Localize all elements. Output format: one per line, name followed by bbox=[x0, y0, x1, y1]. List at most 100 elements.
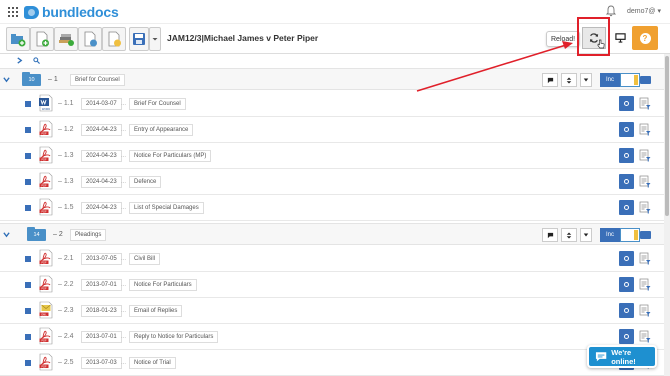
save-icon bbox=[133, 33, 145, 45]
document-options-icon[interactable] bbox=[639, 278, 651, 291]
document-row[interactable]: PDF – 2.2 2013-07-01... Notice For Particul… bbox=[0, 272, 664, 298]
document-date[interactable]: 2013-07-01 bbox=[81, 331, 122, 343]
new-bundle-button[interactable] bbox=[6, 27, 30, 51]
document-date[interactable]: 2018-01-23 bbox=[81, 305, 122, 317]
section-menu-button[interactable] bbox=[580, 228, 592, 242]
section-title[interactable]: Pleadings bbox=[70, 229, 107, 241]
open-folder-icon[interactable] bbox=[640, 231, 651, 239]
document-row[interactable]: PDF – 1.5 2024-04-23... List of Special Dam… bbox=[0, 195, 664, 221]
document-options-icon[interactable] bbox=[639, 252, 651, 265]
include-button[interactable]: Inc bbox=[600, 228, 620, 242]
open-document-button[interactable] bbox=[619, 148, 634, 163]
book-icon[interactable] bbox=[25, 308, 31, 314]
document-date[interactable]: 2024-04-23 bbox=[81, 202, 122, 214]
open-document-button[interactable] bbox=[619, 329, 634, 344]
document-date[interactable]: 2013-07-01 bbox=[81, 279, 122, 291]
open-document-button[interactable] bbox=[619, 277, 634, 292]
user-menu[interactable]: demo7@ ▾ bbox=[627, 7, 661, 15]
document-options-icon[interactable] bbox=[639, 330, 651, 343]
document-row[interactable]: PDF – 2.4 2013-07-01... Reply to Notice for… bbox=[0, 324, 664, 350]
document-title[interactable]: Reply to Notice for Particulars bbox=[129, 331, 219, 343]
ellipsis: ... bbox=[121, 205, 127, 211]
open-document-button[interactable] bbox=[619, 96, 634, 111]
pdf-document-icon: PDF bbox=[39, 327, 53, 345]
presentation-button[interactable] bbox=[612, 28, 628, 46]
open-document-button[interactable] bbox=[619, 303, 634, 318]
open-document-button[interactable] bbox=[619, 122, 634, 137]
scrollbar[interactable] bbox=[664, 54, 670, 376]
book-icon[interactable] bbox=[25, 205, 31, 211]
bell-icon[interactable] bbox=[606, 5, 616, 17]
section-menu-button[interactable] bbox=[580, 73, 592, 87]
section-brief-for-counsel[interactable]: 10 – 1 Brief for Counsel Inc bbox=[0, 68, 664, 90]
apps-grid-icon[interactable] bbox=[8, 7, 18, 17]
document-date[interactable]: 2024-04-23 bbox=[81, 124, 122, 136]
section-title[interactable]: Brief for Counsel bbox=[70, 74, 125, 86]
document-date[interactable]: 2013-07-03 bbox=[81, 357, 122, 369]
document-title[interactable]: Brief For Counsel bbox=[129, 98, 186, 110]
document-options-icon[interactable] bbox=[639, 149, 651, 162]
document-title[interactable]: Notice For Particulars bbox=[129, 279, 197, 291]
highlight-box bbox=[577, 17, 610, 56]
document-options-icon[interactable] bbox=[639, 201, 651, 214]
book-icon[interactable] bbox=[25, 153, 31, 159]
document-row[interactable]: PDF – 1.3 2024-04-23... Defence bbox=[0, 169, 664, 195]
open-document-button[interactable] bbox=[619, 200, 634, 215]
include-button[interactable]: Inc bbox=[600, 73, 620, 87]
document-date[interactable]: 2014-03-07 bbox=[81, 98, 122, 110]
save-button[interactable] bbox=[129, 27, 149, 51]
open-folder-icon[interactable] bbox=[640, 76, 651, 84]
book-icon[interactable] bbox=[25, 179, 31, 185]
document-row[interactable]: EML – 2.3 2018-01-23... Email of Replies bbox=[0, 298, 664, 324]
document-title[interactable]: Email of Replies bbox=[129, 305, 183, 317]
comment-button[interactable] bbox=[542, 228, 558, 242]
ellipsis: ... bbox=[121, 127, 127, 133]
chat-button[interactable]: We're online! bbox=[587, 345, 657, 368]
expand-chevron-icon[interactable] bbox=[16, 57, 23, 64]
add-document-button[interactable] bbox=[30, 27, 54, 51]
document-title[interactable]: Entry of Appearance bbox=[129, 124, 194, 136]
open-document-button[interactable] bbox=[619, 251, 634, 266]
document-date[interactable]: 2024-04-23 bbox=[81, 176, 122, 188]
document-row[interactable]: PDF – 2.5 2013-07-03... Notice of Trial bbox=[0, 350, 664, 376]
document-options-icon[interactable] bbox=[639, 175, 651, 188]
pdf-document-icon: PDF bbox=[39, 249, 53, 267]
document-title[interactable]: Civil Bill bbox=[129, 253, 160, 265]
book-icon[interactable] bbox=[25, 282, 31, 288]
book-icon[interactable] bbox=[25, 334, 31, 340]
comment-button[interactable] bbox=[542, 73, 558, 87]
document-date[interactable]: 2024-04-23 bbox=[81, 150, 122, 162]
document-row[interactable]: PDF – 2.1 2013-07-05... Civil Bill bbox=[0, 246, 664, 272]
sort-button[interactable] bbox=[561, 73, 577, 87]
collapse-chevron-icon[interactable] bbox=[3, 231, 10, 238]
sort-button[interactable] bbox=[561, 228, 577, 242]
include-toggle[interactable] bbox=[620, 73, 640, 87]
document-title[interactable]: Defence bbox=[129, 176, 162, 188]
book-icon[interactable] bbox=[25, 256, 31, 262]
document-title[interactable]: Notice For Particulars (MP) bbox=[129, 150, 212, 162]
document-info-button[interactable] bbox=[102, 27, 126, 51]
section-pleadings[interactable]: 14 – 2 Pleadings Inc bbox=[0, 223, 664, 245]
search-icon[interactable] bbox=[33, 57, 40, 64]
add-section-button[interactable] bbox=[54, 27, 78, 51]
book-icon[interactable] bbox=[25, 101, 31, 107]
document-options-icon[interactable] bbox=[639, 123, 651, 136]
document-row[interactable]: PDF – 1.2 2024-04-23... Entry of Appearance bbox=[0, 117, 664, 143]
include-toggle[interactable] bbox=[620, 228, 640, 242]
document-options-icon[interactable] bbox=[639, 97, 651, 110]
save-dropdown-button[interactable] bbox=[149, 27, 161, 51]
document-title[interactable]: Notice of Trial bbox=[129, 357, 176, 369]
document-title[interactable]: List of Special Damages bbox=[129, 202, 204, 214]
document-row[interactable]: PDF – 1.3 2024-04-23... Notice For Particul… bbox=[0, 143, 664, 169]
document-row[interactable]: WORD – 1.1 2014-03-07... Brief For Counsel bbox=[0, 91, 664, 117]
collapse-chevron-icon[interactable] bbox=[3, 76, 10, 83]
document-settings-button[interactable] bbox=[78, 27, 102, 51]
open-document-button[interactable] bbox=[619, 174, 634, 189]
help-button[interactable]: ? bbox=[632, 26, 658, 50]
book-icon[interactable] bbox=[25, 127, 31, 133]
document-date[interactable]: 2013-07-05 bbox=[81, 253, 122, 265]
book-icon[interactable] bbox=[25, 360, 31, 366]
scrollbar-thumb[interactable] bbox=[665, 56, 669, 216]
logo[interactable]: bundledocs bbox=[24, 4, 119, 20]
document-options-icon[interactable] bbox=[639, 304, 651, 317]
